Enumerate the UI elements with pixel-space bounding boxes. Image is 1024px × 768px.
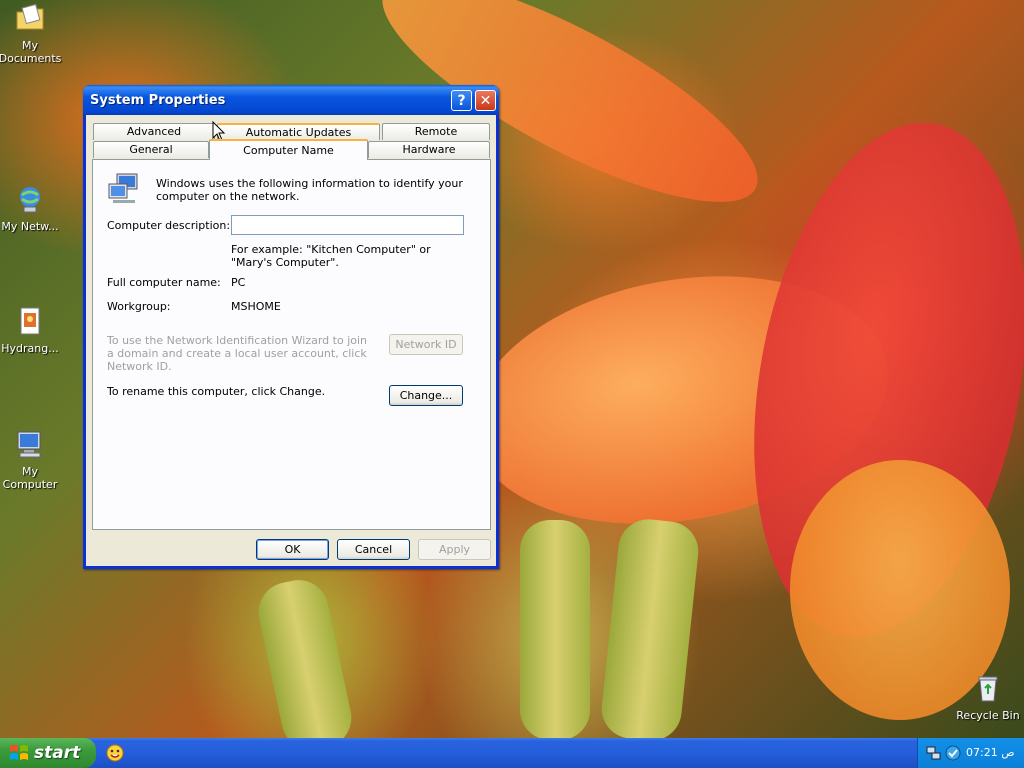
workgroup-value: MSHOME [231,300,281,313]
taskbar: start 07:21 ص [0,738,1024,768]
desktop-icon-label: My Documents [0,39,62,65]
wallpaper-stem [520,520,590,738]
wallpaper-stem [253,574,357,738]
workgroup-label: Workgroup: [107,300,171,313]
network-computer-icon [108,173,138,203]
start-label: start [34,743,81,763]
network-connection-icon[interactable] [926,745,942,761]
desktop-icon-label: My Computer [2,465,58,491]
intro-text: Windows uses the following information t… [156,177,463,203]
desktop-icon-my-computer[interactable]: My Computer [0,428,65,491]
window-titlebar[interactable]: System Properties ? ✕ [83,85,499,115]
close-icon: ✕ [479,93,492,109]
windows-logo-icon [10,745,28,760]
desktop-icon-my-network[interactable]: My Netw... [0,183,65,233]
computer-description-input[interactable] [231,215,464,235]
apply-button[interactable]: Apply [418,539,491,560]
change-button[interactable]: Change... [389,385,463,406]
rename-text: To rename this computer, click Change. [107,385,326,398]
desktop-icon-label: Hydrang... [1,342,59,355]
tab-hardware[interactable]: Hardware [368,141,490,158]
desktop-icon-recycle-bin[interactable]: Recycle Bin [953,672,1023,722]
tab-computer-name[interactable]: Computer Name [209,139,368,160]
help-button[interactable]: ? [451,90,472,111]
system-properties-window: System Properties ? ✕ Advanced Automatic… [83,85,499,569]
full-computer-name-label: Full computer name: [107,276,221,289]
ok-button[interactable]: OK [256,539,329,560]
window-title: System Properties [90,93,226,108]
messenger-icon[interactable] [106,744,124,762]
desktop-icon-label: Recycle Bin [956,709,1020,722]
tray-clock[interactable]: 07:21 ص [966,746,1015,759]
tab-automatic-updates[interactable]: Automatic Updates [217,123,380,140]
computer-icon [17,431,41,458]
example-text: For example: "Kitchen Computer" or "Mary… [231,243,431,269]
help-icon: ? [457,93,466,109]
tab-remote[interactable]: Remote [382,123,490,140]
network-id-button[interactable]: Network ID [389,334,463,355]
close-button[interactable]: ✕ [475,90,496,111]
wallpaper-stem [598,516,702,738]
desktop-icon-my-documents[interactable]: My Documents [0,2,65,65]
start-button[interactable]: start [0,738,96,768]
security-alert-icon[interactable] [945,745,961,761]
computer-name-panel: Windows uses the following information t… [92,159,491,530]
network-id-text: To use the Network Identification Wizard… [107,334,368,373]
computer-description-label: Computer description: [107,219,231,232]
desktop-icon-hydrangeas[interactable]: Hydrang... [0,305,65,355]
desktop-icon-label: My Netw... [1,220,59,233]
folder-documents-icon [16,3,44,30]
network-places-icon [20,187,40,213]
system-tray: 07:21 ص [917,738,1024,768]
image-file-icon [20,307,40,335]
recycle-bin-icon [978,676,998,702]
cancel-button[interactable]: Cancel [337,539,410,560]
full-computer-name-value: PC [231,276,246,289]
window-client-area: Advanced Automatic Updates Remote Genera… [86,115,496,566]
tab-advanced[interactable]: Advanced [93,123,215,140]
tab-general[interactable]: General [93,141,209,158]
